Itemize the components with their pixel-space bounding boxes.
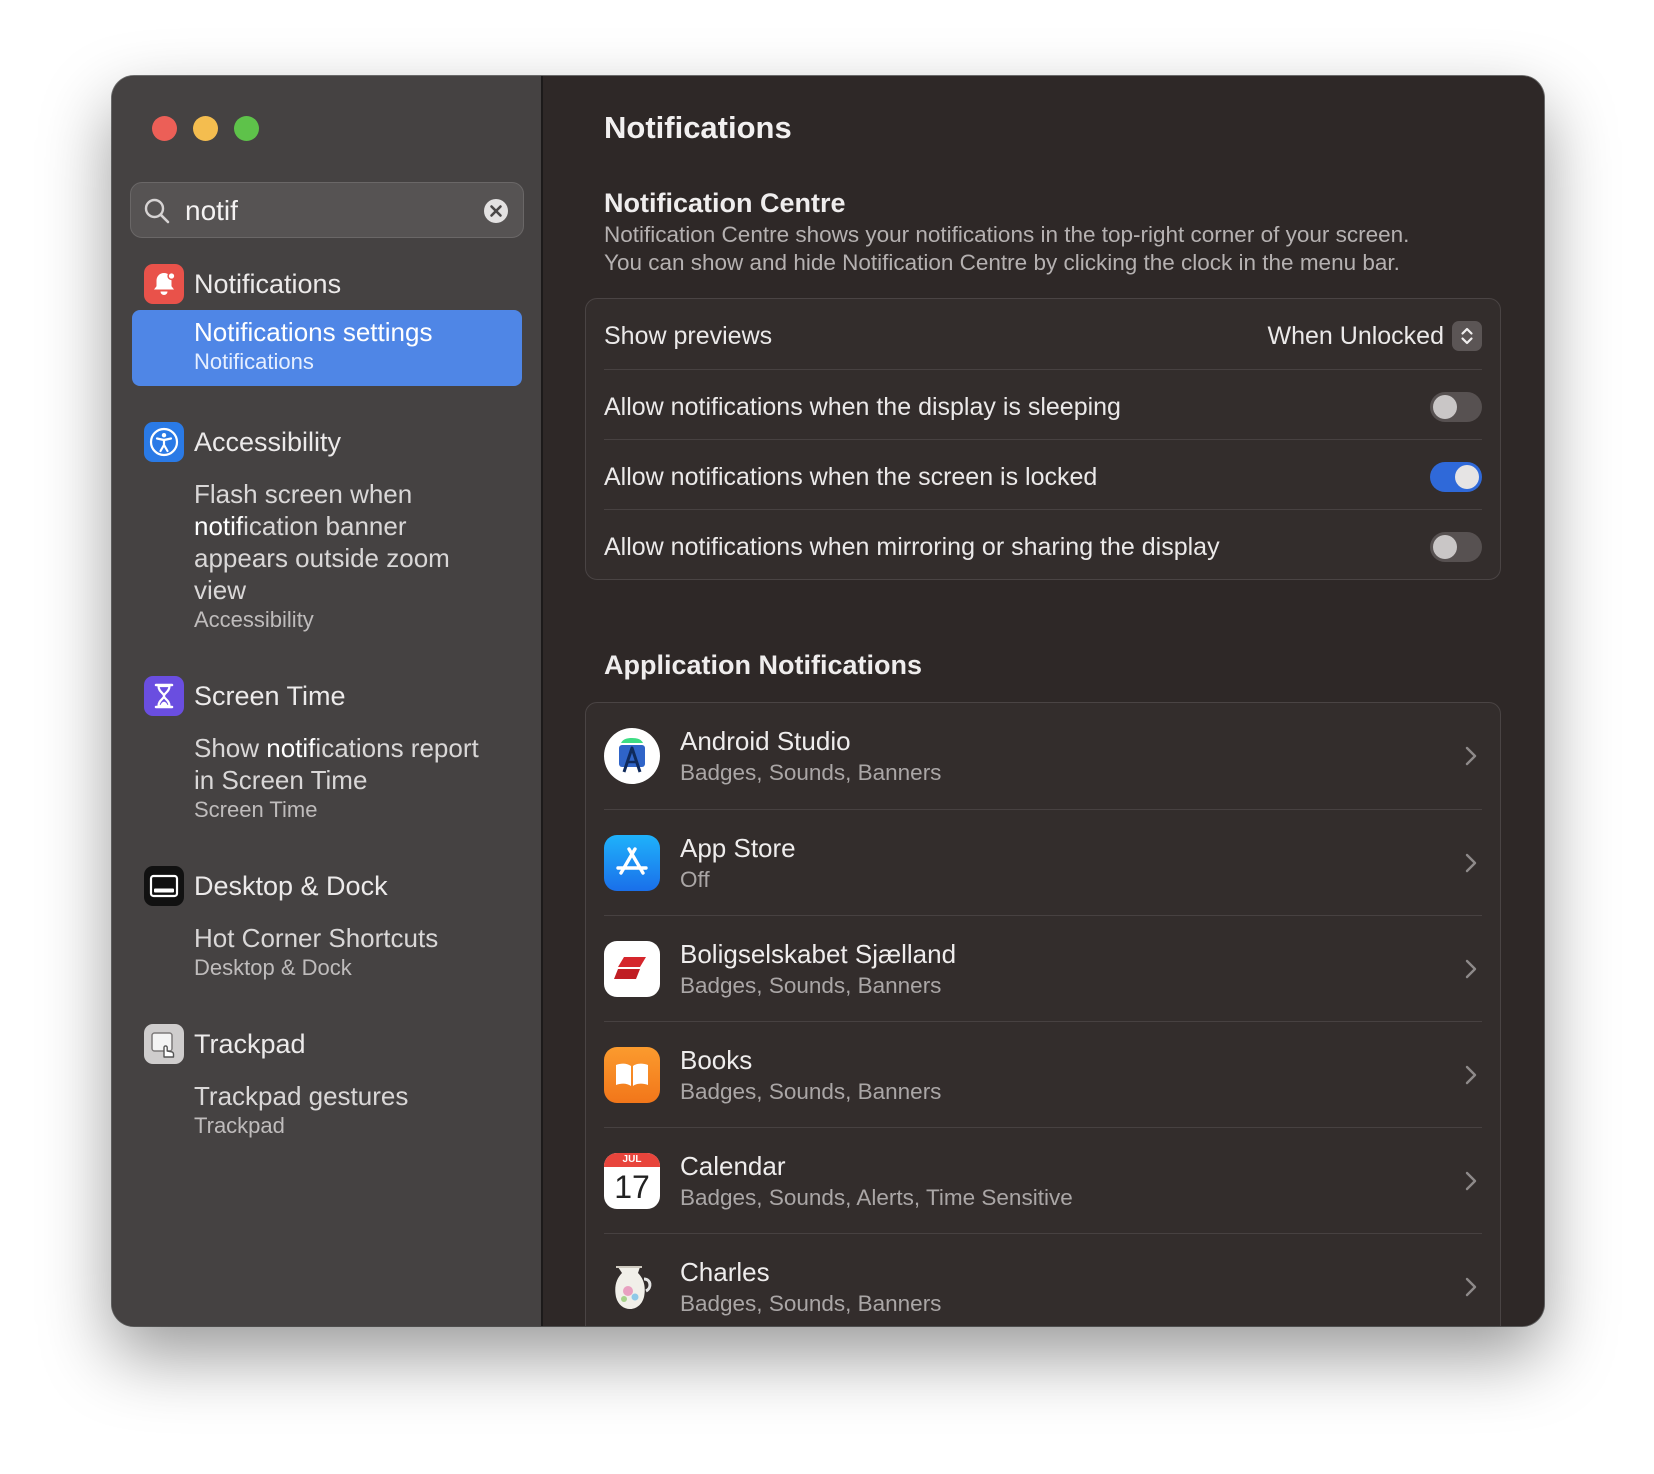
toggle-label: Allow notifications when the display is … xyxy=(604,392,1121,421)
notification-centre-description: Notification Centre shows your notificat… xyxy=(604,222,1410,275)
sidebar-group-title: Notifications xyxy=(194,268,342,299)
chevron-up-down-icon xyxy=(1452,321,1482,351)
chevron-right-icon xyxy=(1465,1277,1477,1297)
result-subtitle: Desktop & Dock xyxy=(194,955,352,980)
sidebar: Notifications Notifications settings Not… xyxy=(112,76,543,1326)
app-notification-summary: Badges, Sounds, Banners xyxy=(680,1079,942,1104)
application-notifications-heading: Application Notifications xyxy=(604,650,923,680)
minimize-window-button[interactable] xyxy=(193,116,218,141)
show-previews-value: When Unlocked xyxy=(1267,321,1444,350)
result-title: Trackpad gestures xyxy=(194,1081,409,1111)
notification-centre-panel: Show previews When Unlocked Allow notifi… xyxy=(585,298,1501,580)
sidebar-item-trackpad[interactable]: Trackpad xyxy=(144,1024,306,1064)
toggle-label: Allow notifications when mirroring or sh… xyxy=(604,532,1220,561)
toggle-row-display-sleeping: Allow notifications when the display is … xyxy=(604,369,1482,444)
show-previews-popup[interactable]: When Unlocked xyxy=(1268,321,1482,351)
clear-search-icon[interactable] xyxy=(483,198,509,224)
sidebar-item-desktop-dock[interactable]: Desktop & Dock xyxy=(144,866,388,906)
app-notification-summary: Badges, Sounds, Banners xyxy=(680,760,942,785)
app-name: Android Studio xyxy=(680,726,851,756)
calendar-icon-month: JUL xyxy=(604,1153,660,1167)
page-title: Notifications xyxy=(604,110,792,145)
app-notification-summary: Badges, Sounds, Banners xyxy=(680,1291,942,1316)
result-subtitle: Notifications xyxy=(194,349,314,374)
app-name: Charles xyxy=(680,1257,770,1287)
search-icon xyxy=(144,198,170,224)
app-notification-summary: Off xyxy=(680,867,710,892)
chevron-right-icon xyxy=(1465,853,1477,873)
main-content: Notifications Notification Centre Notifi… xyxy=(543,76,1544,1326)
search-result-trackpad-gestures[interactable]: Trackpad gestures Trackpad xyxy=(132,1080,522,1140)
calendar-icon-day: 17 xyxy=(614,1169,650,1205)
app-row-app-store[interactable]: App Store Off xyxy=(604,809,1482,916)
app-row-android-studio[interactable]: Android Studio Badges, Sounds, Banners xyxy=(604,703,1482,809)
search-result-hot-corner-shortcuts[interactable]: Hot Corner Shortcuts Desktop & Dock xyxy=(132,922,522,982)
window-controls xyxy=(152,116,259,141)
accessibility-icon xyxy=(144,422,184,462)
calendar-icon: JUL 17 xyxy=(604,1153,660,1209)
app-notification-summary: Badges, Sounds, Alerts, Time Sensitive xyxy=(680,1185,1073,1210)
screen-locked-toggle[interactable] xyxy=(1430,462,1482,492)
show-previews-label: Show previews xyxy=(604,321,773,350)
search-result-notifications-settings[interactable]: Notifications settings Notifications xyxy=(132,310,522,386)
hourglass-icon xyxy=(144,676,184,716)
sidebar-group-title: Accessibility xyxy=(194,426,342,457)
books-icon xyxy=(604,1047,660,1103)
result-subtitle: Screen Time xyxy=(194,797,318,822)
search-input[interactable] xyxy=(183,191,477,231)
zoom-window-button[interactable] xyxy=(234,116,259,141)
close-window-button[interactable] xyxy=(152,116,177,141)
result-title: Flash screen when notification banner ap… xyxy=(194,479,450,605)
mirroring-toggle[interactable] xyxy=(1430,532,1482,562)
result-title: Hot Corner Shortcuts xyxy=(194,923,439,953)
search-field[interactable] xyxy=(130,182,524,238)
settings-window: Notifications Notifications settings Not… xyxy=(112,76,1544,1326)
sidebar-item-accessibility[interactable]: Accessibility xyxy=(144,422,341,462)
result-subtitle: Trackpad xyxy=(194,1113,285,1138)
toggle-row-mirroring: Allow notifications when mirroring or sh… xyxy=(604,509,1482,584)
display-sleeping-toggle[interactable] xyxy=(1430,392,1482,422)
sidebar-group-title: Screen Time xyxy=(194,680,346,711)
toggle-label: Allow notifications when the screen is l… xyxy=(604,462,1098,491)
charles-icon xyxy=(604,1259,660,1315)
search-result-notifications-report[interactable]: Show notifications report in Screen Time… xyxy=(132,732,522,824)
sidebar-item-notifications[interactable]: Notifications xyxy=(144,264,341,304)
show-previews-row: Show previews When Unlocked xyxy=(604,299,1482,373)
app-row-books[interactable]: Books Badges, Sounds, Banners xyxy=(604,1021,1482,1128)
app-name: Books xyxy=(680,1045,753,1075)
result-subtitle: Accessibility xyxy=(194,607,314,632)
app-row-charles[interactable]: Charles Badges, Sounds, Banners xyxy=(604,1233,1482,1326)
app-store-icon xyxy=(604,835,660,891)
app-row-boligselskabet[interactable]: Boligselskabet Sjælland Badges, Sounds, … xyxy=(604,915,1482,1022)
result-title: Show notifications report in Screen Time xyxy=(194,733,479,795)
app-name: Calendar xyxy=(680,1151,786,1181)
app-notification-summary: Badges, Sounds, Banners xyxy=(680,973,942,998)
application-notifications-list: Android Studio Badges, Sounds, Banners A… xyxy=(585,702,1501,1326)
bell-icon xyxy=(144,264,184,304)
chevron-right-icon xyxy=(1465,1065,1477,1085)
boligselskabet-icon xyxy=(604,941,660,997)
sidebar-group-title: Desktop & Dock xyxy=(194,870,388,901)
result-title: Notifications settings xyxy=(194,317,433,347)
app-name: Boligselskabet Sjælland xyxy=(680,939,957,969)
chevron-right-icon xyxy=(1465,959,1477,979)
toggle-row-screen-locked: Allow notifications when the screen is l… xyxy=(604,439,1482,514)
chevron-right-icon xyxy=(1465,746,1477,766)
app-row-calendar[interactable]: JUL 17 Calendar Badges, Sounds, Alerts, … xyxy=(604,1127,1482,1234)
desktop-dock-icon xyxy=(144,866,184,906)
trackpad-icon xyxy=(144,1024,184,1064)
sidebar-group-title: Trackpad xyxy=(194,1028,306,1059)
android-studio-icon xyxy=(604,728,660,784)
sidebar-item-screen-time[interactable]: Screen Time xyxy=(144,676,346,716)
notification-centre-heading: Notification Centre xyxy=(604,188,846,218)
search-result-flash-screen[interactable]: Flash screen when notification banner ap… xyxy=(132,478,522,634)
app-name: App Store xyxy=(680,833,796,863)
chevron-right-icon xyxy=(1465,1171,1477,1191)
